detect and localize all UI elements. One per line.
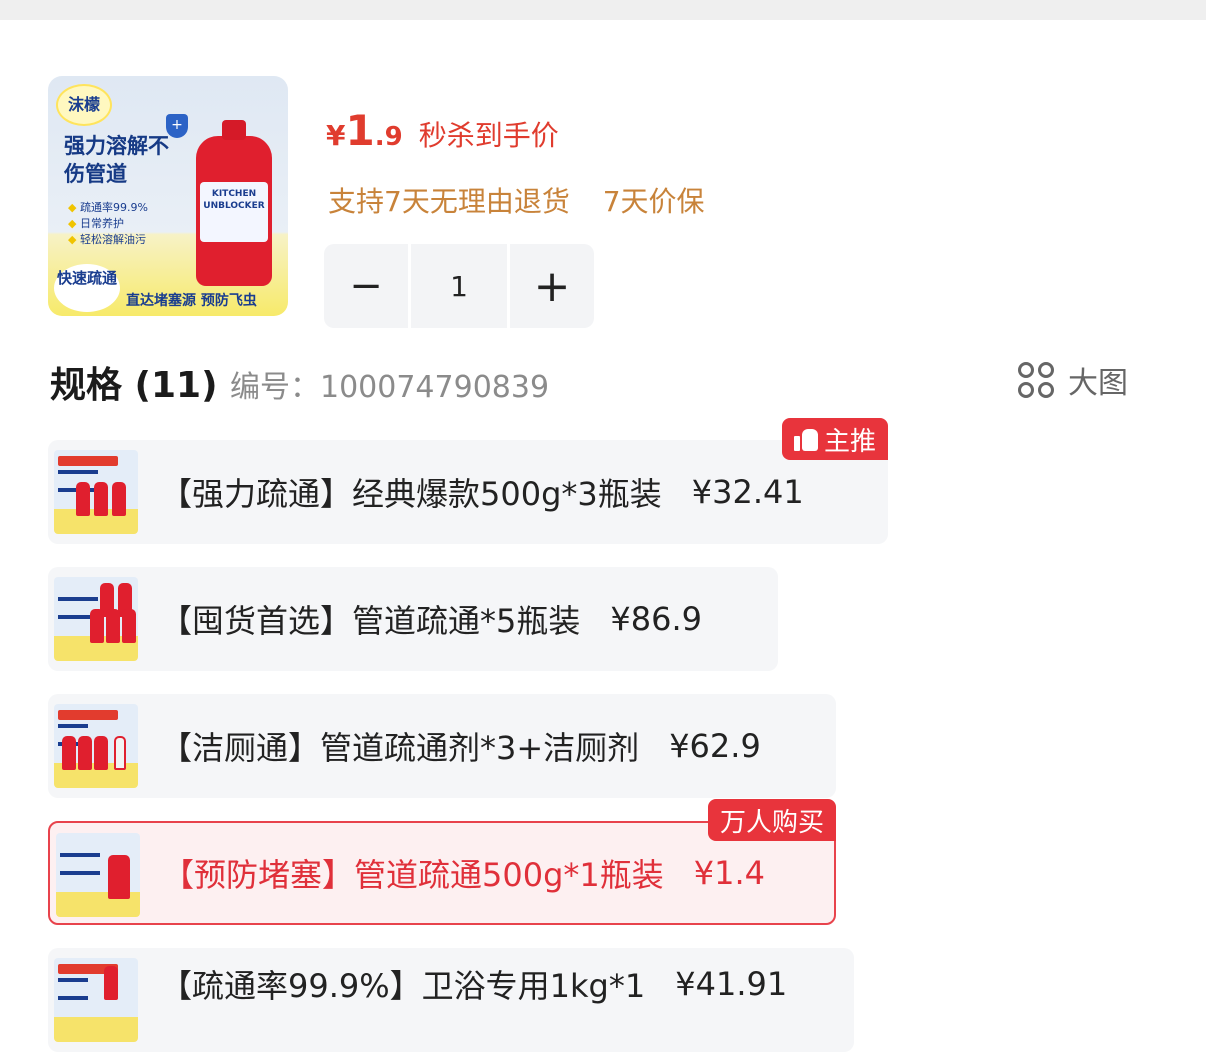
product-image-badge: 快速疏通 bbox=[54, 264, 120, 312]
price-integer: 1 bbox=[345, 106, 375, 155]
quantity-stepper: − 1 + bbox=[324, 244, 594, 328]
spec-option-price: ¥86.9 bbox=[610, 600, 702, 638]
brand-logo: 沫檬 bbox=[56, 84, 112, 126]
product-image-bullets: 疏通率99.9% 日常养护 轻松溶解油污 bbox=[68, 200, 178, 248]
spec-option[interactable]: 【疏通率99.9%】卫浴专用1kg*1 ¥41.91 bbox=[48, 948, 854, 1052]
spec-option-thumbnail bbox=[54, 450, 138, 534]
quantity-input[interactable]: 1 bbox=[411, 244, 507, 328]
return-guarantee: 支持7天无理由退货 bbox=[328, 185, 570, 218]
spec-option[interactable]: 【洁厕通】管道疏通剂*3+洁厕剂 ¥62.9 bbox=[48, 694, 836, 798]
spec-option-name: 【强力疏通】经典爆款500g*3瓶装 bbox=[160, 475, 662, 513]
spec-option-price: ¥1.4 bbox=[693, 854, 766, 892]
spec-option-thumbnail bbox=[54, 577, 138, 661]
product-code: 编号：100074790839 bbox=[230, 370, 550, 405]
spec-option-selected[interactable]: 【预防堵塞】管道疏通500g*1瓶装 ¥1.4 万人购买 bbox=[48, 799, 836, 925]
top-status-strip bbox=[0, 0, 1206, 20]
price-currency: ¥ bbox=[326, 119, 346, 152]
spec-option-thumbnail bbox=[54, 958, 138, 1042]
spec-option-name: 【洁厕通】管道疏通剂*3+洁厕剂 bbox=[160, 729, 640, 767]
grid-icon bbox=[1016, 360, 1056, 400]
spec-option-thumbnail bbox=[56, 833, 140, 917]
service-guarantees: 支持7天无理由退货 7天价保 bbox=[328, 180, 705, 220]
recommended-badge: 主推 bbox=[781, 418, 888, 460]
price-line: ¥ 1 .9 秒杀到手价 bbox=[326, 106, 559, 158]
spec-option-price: ¥41.91 bbox=[675, 965, 788, 1003]
spec-option[interactable]: 【囤货首选】管道疏通*5瓶装 ¥86.9 bbox=[48, 567, 778, 671]
price-decimal: .9 bbox=[374, 122, 403, 152]
big-image-toggle[interactable]: 大图 bbox=[1016, 358, 1128, 402]
thumbs-up-icon bbox=[793, 427, 818, 451]
bottle-illustration: KITCHEN UNBLOCKER bbox=[196, 120, 272, 286]
spec-title: 规格 (11) bbox=[50, 365, 218, 406]
spec-option-name: 【囤货首选】管道疏通*5瓶装 bbox=[160, 602, 581, 640]
price-caption: 秒杀到手价 bbox=[418, 119, 559, 152]
spec-option-price: ¥32.41 bbox=[691, 473, 804, 511]
product-image[interactable]: 沫檬 + 强力溶解不伤管道 疏通率99.9% 日常养护 轻松溶解油污 KITCH… bbox=[48, 76, 288, 316]
decrease-button[interactable]: − bbox=[324, 244, 408, 328]
spec-option-price: ¥62.9 bbox=[669, 727, 761, 765]
product-image-headline: 强力溶解不伤管道 bbox=[64, 134, 169, 186]
price-protection: 7天价保 bbox=[602, 185, 705, 218]
product-image-slogan: 直达堵塞源 预防飞虫 bbox=[126, 293, 257, 309]
popular-badge: 万人购买 bbox=[707, 799, 836, 841]
increase-button[interactable]: + bbox=[510, 244, 594, 328]
spec-option-name: 【疏通率99.9%】卫浴专用1kg*1 bbox=[160, 967, 646, 1005]
spec-option-name: 【预防堵塞】管道疏通500g*1瓶装 bbox=[162, 856, 664, 894]
spec-option[interactable]: 【强力疏通】经典爆款500g*3瓶装 ¥32.41 主推 bbox=[48, 418, 888, 544]
big-image-label: 大图 bbox=[1068, 366, 1128, 401]
spec-option-thumbnail bbox=[54, 704, 138, 788]
